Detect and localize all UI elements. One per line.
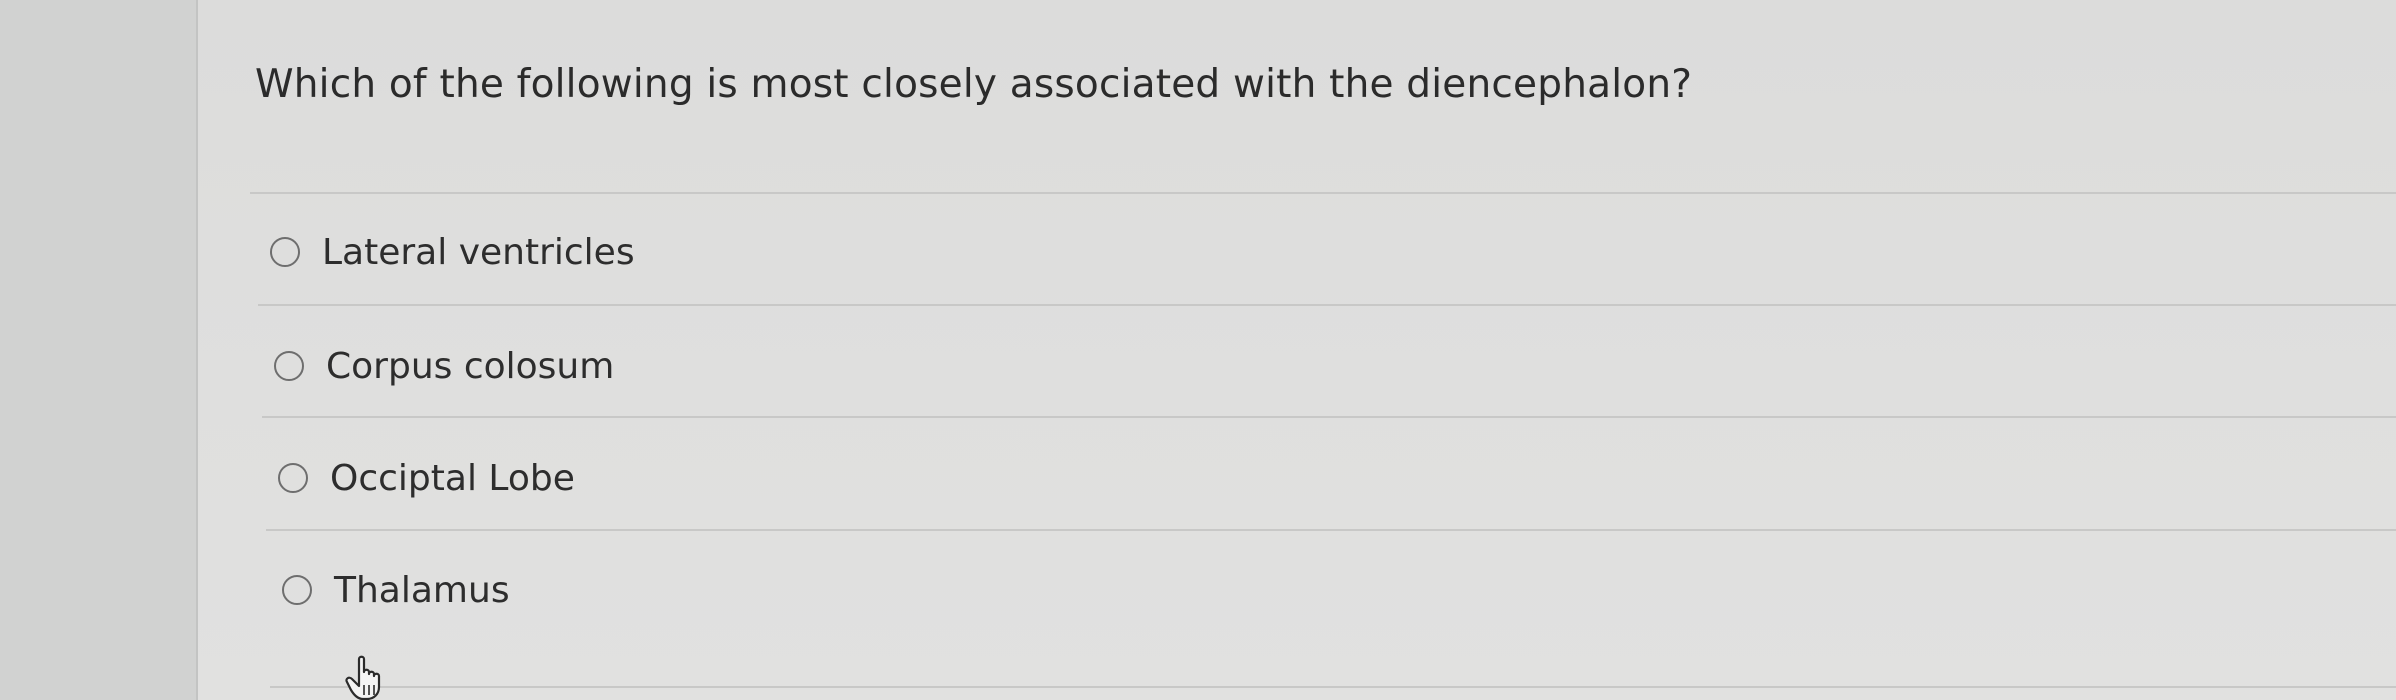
option-corpus-colosum[interactable]: Corpus colosum [274, 336, 614, 396]
option-divider [270, 686, 2396, 688]
question-text: Which of the following is most closely a… [255, 62, 1693, 107]
option-label: Occiptal Lobe [330, 457, 575, 499]
quiz-page: Which of the following is most closely a… [0, 0, 2396, 700]
radio-button[interactable] [270, 237, 300, 267]
hand-pointer-icon [345, 655, 381, 700]
left-margin [0, 0, 198, 700]
option-label: Lateral ventricles [322, 231, 635, 273]
option-label: Corpus colosum [326, 345, 615, 387]
question-divider [250, 192, 2396, 194]
option-lateral-ventricles[interactable]: Lateral ventricles [270, 222, 635, 282]
radio-button[interactable] [274, 351, 304, 381]
option-divider [258, 304, 2396, 306]
radio-button[interactable] [282, 575, 312, 605]
option-thalamus[interactable]: Thalamus [282, 560, 510, 620]
option-divider [262, 416, 2396, 418]
option-divider [266, 529, 2396, 531]
option-label: Thalamus [334, 569, 510, 611]
option-occiptal-lobe[interactable]: Occiptal Lobe [278, 448, 575, 508]
radio-button[interactable] [278, 463, 308, 493]
